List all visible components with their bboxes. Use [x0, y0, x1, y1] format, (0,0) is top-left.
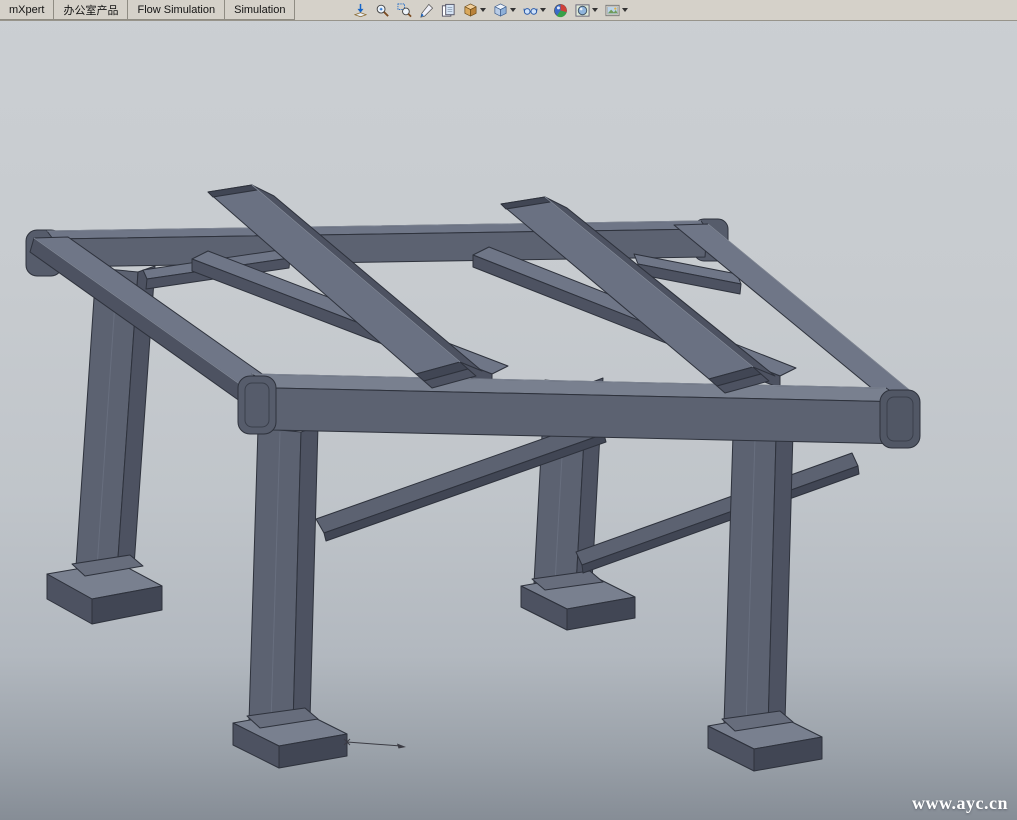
command-bar: mXpert 办公室产品 Flow Simulation Simulation [0, 0, 1017, 21]
view-settings-icon[interactable] [605, 1, 628, 19]
dropdown-arrow-icon[interactable] [480, 8, 486, 12]
apply-scene-icon[interactable] [575, 1, 598, 19]
zoom-to-area-icon[interactable] [397, 1, 412, 19]
zoom-in-out-icon[interactable] [419, 1, 434, 19]
model-leg-front-left[interactable] [233, 426, 347, 768]
tab-mxpert[interactable]: mXpert [0, 0, 54, 20]
rotate-view-icon[interactable] [441, 1, 456, 19]
model-brace-right[interactable] [576, 453, 859, 573]
view-orientation-icon[interactable] [463, 1, 486, 19]
command-tabs: mXpert 办公室产品 Flow Simulation Simulation [0, 0, 295, 20]
zoom-to-fit-icon[interactable] [375, 1, 390, 19]
dropdown-arrow-icon[interactable] [622, 8, 628, 12]
model-front-rail[interactable] [238, 374, 920, 448]
tab-simulation[interactable]: Simulation [224, 0, 295, 20]
sketch-annotation[interactable] [344, 739, 406, 749]
dropdown-arrow-icon[interactable] [540, 8, 546, 12]
tab-office-products[interactable]: 办公室产品 [53, 0, 128, 20]
display-style-icon[interactable] [493, 1, 516, 19]
edit-appearance-icon[interactable] [553, 1, 568, 19]
normal-to-icon[interactable] [353, 1, 368, 19]
tab-flow-simulation[interactable]: Flow Simulation [127, 0, 225, 20]
steel-frame-model[interactable] [0, 0, 1017, 820]
view-toolbar [353, 0, 628, 20]
dropdown-arrow-icon[interactable] [592, 8, 598, 12]
dropdown-arrow-icon[interactable] [510, 8, 516, 12]
hide-show-items-icon[interactable] [523, 1, 546, 19]
watermark: www.ayc.cn [912, 793, 1008, 814]
viewport-3d[interactable] [0, 0, 1017, 820]
